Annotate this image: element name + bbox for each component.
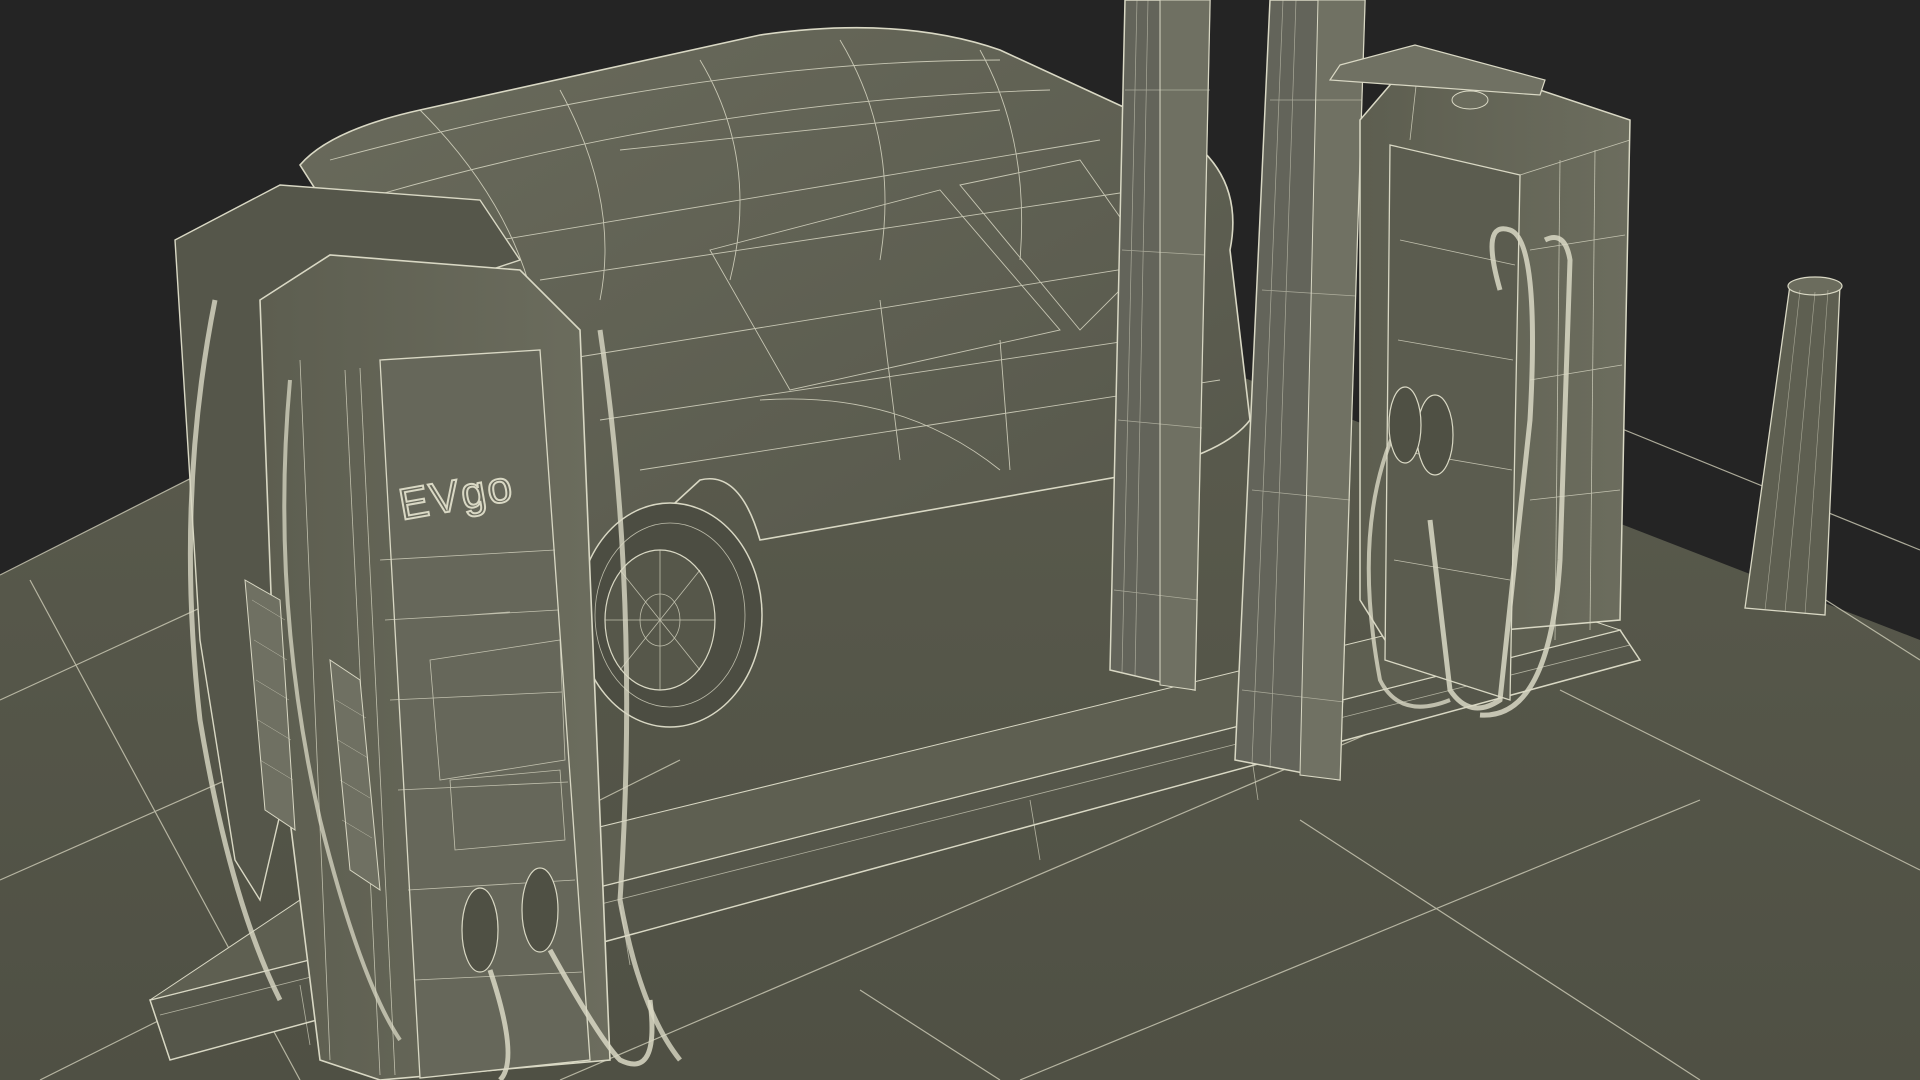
canopy-pillar-left <box>1109 0 1211 691</box>
charger-kiosk-right <box>1359 49 1631 718</box>
car-wheel <box>577 502 763 728</box>
wireframe-scene: EVgo <box>0 0 1920 1080</box>
bollard-post <box>1744 276 1843 616</box>
